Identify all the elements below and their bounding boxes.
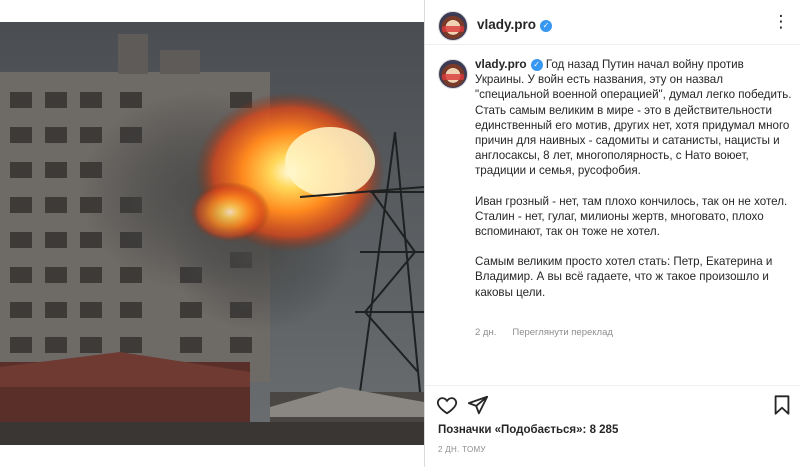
caption-area: vlady.pro ✓ Год назад Путин начал войну п… [425,45,800,385]
post-header: vlady.pro ✓ ⋮ [425,0,800,45]
caption-paragraph-1: vlady.pro ✓ Год назад Путин начал войну п… [475,57,792,178]
verified-badge-icon: ✓ [530,59,543,71]
likes-number[interactable]: 8 285 [590,424,619,436]
more-icon[interactable]: ⋮ [772,12,790,32]
header-username[interactable]: vlady.pro ✓ [477,17,553,32]
caption-meta: 2 дн. Переглянути переклад [475,327,629,338]
verified-badge-icon: ✓ [540,20,553,32]
likes-label[interactable]: Позначки «Подобається»: [438,424,586,436]
heart-icon[interactable] [436,394,458,416]
bottom-margin [0,445,424,467]
action-bar [425,385,800,421]
caption-avatar[interactable] [438,59,468,89]
post-date[interactable]: 2 ДН. ТОМУ [438,445,486,454]
instagram-post: vlady.pro ✓ ⋮ vlady.pro ✓ Год назад Путин … [0,0,800,467]
avatar[interactable] [438,11,468,41]
header-username-text[interactable]: vlady.pro [477,17,536,32]
translate-link[interactable]: Переглянути переклад [512,327,613,338]
explosion-photo-image [0,22,424,445]
bookmark-icon[interactable] [771,394,793,416]
post-side-panel: vlady.pro ✓ ⋮ vlady.pro ✓ Год назад Путин … [424,0,800,467]
share-icon[interactable] [467,394,489,416]
caption-paragraph-3: Самым великим просто хотел стать: Петр, … [475,255,773,299]
caption-age: 2 дн. [475,327,497,338]
caption-username[interactable]: vlady.pro [475,57,527,71]
caption-paragraph-1-text: Год назад Путин начал войну против Украи… [475,58,792,178]
post-photo[interactable] [0,22,424,445]
caption-text: vlady.pro ✓ Год назад Путин начал войну п… [475,57,793,315]
likes-count[interactable]: Позначки «Подобається»: 8 285 [438,424,618,436]
caption-paragraph-2: Иван грозный - нет, там плохо кончилось,… [475,194,788,239]
